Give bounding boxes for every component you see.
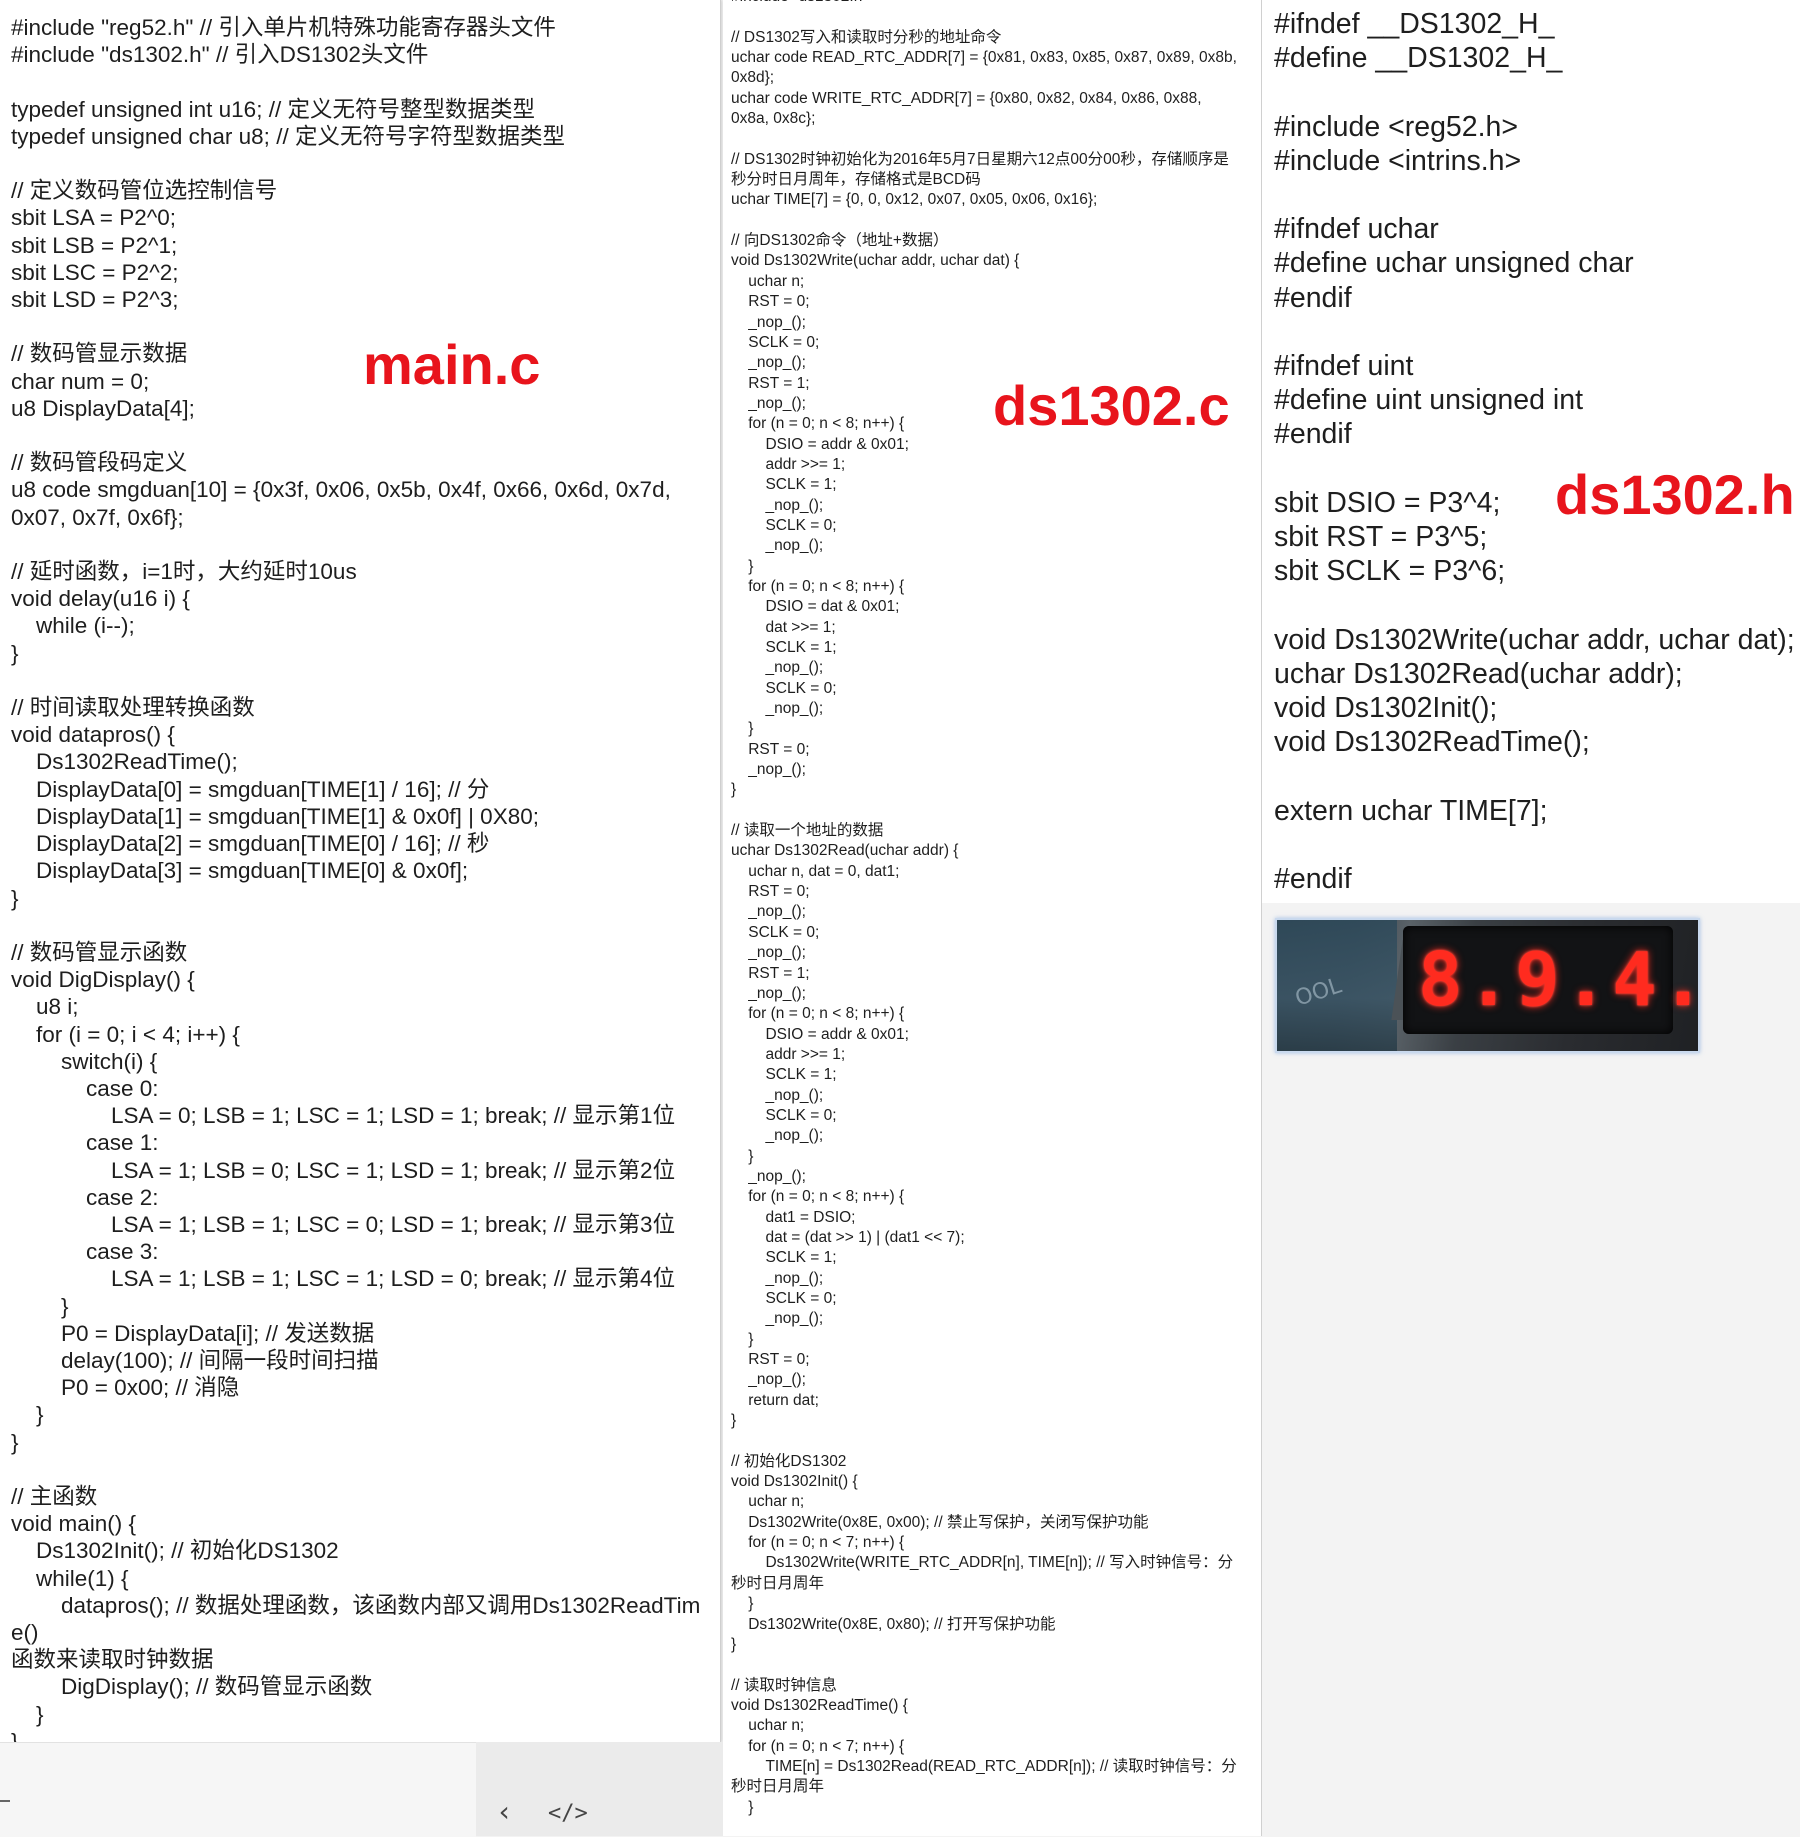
minus-icon	[0, 1800, 10, 1802]
main-c-code-text: #include "reg52.h" // 引入单片机特殊功能寄存器头文件 #i…	[11, 15, 701, 1742]
ds1302-h-code-panel: #ifndef __DS1302_H_ #define __DS1302_H_ …	[1262, 0, 1800, 903]
ds1302-c-code-panel: #include "ds1302.h" // DS1302写入和读取时分秒的地址…	[723, 0, 1262, 1836]
toolbar-strip	[476, 1742, 723, 1836]
seven-segment-display-photo: OOL 8.9.4.1	[1275, 918, 1700, 1053]
main-c-label: main.c	[363, 333, 541, 396]
ds1302-c-label: ds1302.c	[993, 374, 1230, 437]
ds1302-h-label: ds1302.h	[1555, 463, 1795, 526]
led-display-module: 8.9.4.1	[1403, 926, 1698, 1034]
chevron-left-icon[interactable]: ‹	[496, 1798, 513, 1826]
bottom-bar	[0, 1742, 476, 1837]
ds1302-c-code-text: #include "ds1302.h" // DS1302写入和读取时分秒的地址…	[731, 0, 1237, 1816]
code-icon[interactable]: </>	[548, 1803, 588, 1825]
main-c-code-panel: #include "reg52.h" // 引入单片机特殊功能寄存器头文件 #i…	[0, 0, 721, 1742]
ds1302-h-code-text: #ifndef __DS1302_H_ #define __DS1302_H_ …	[1274, 8, 1795, 896]
led-digits: 8.9.4.1	[1418, 937, 1698, 1023]
